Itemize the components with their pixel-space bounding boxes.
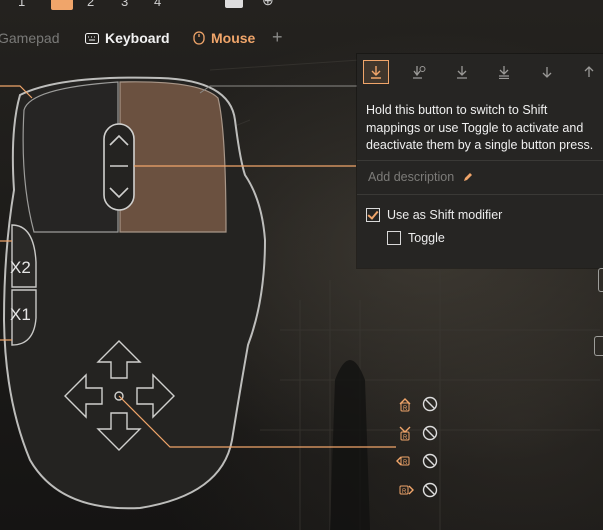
- shift-toggle-icon: [413, 66, 426, 79]
- no-action-icon[interactable]: [422, 396, 438, 412]
- shift-toggle-button[interactable]: [406, 60, 432, 84]
- scroll-left-row[interactable]: R: [396, 453, 438, 469]
- use-shift-modifier-checkbox[interactable]: [366, 208, 380, 222]
- arrow-down-icon: [542, 67, 552, 78]
- toggle-checkbox[interactable]: [387, 231, 401, 245]
- scroll-up-row[interactable]: R: [396, 396, 438, 412]
- arrow-down-button[interactable]: [534, 60, 560, 84]
- svg-text:R: R: [403, 460, 408, 466]
- shift-settings-panel: Hold this button to switch to Shift mapp…: [357, 54, 603, 268]
- scroll-left-icon: R: [396, 456, 410, 466]
- no-action-icon[interactable]: [422, 425, 438, 441]
- arrow-up-icon: [584, 66, 594, 77]
- shift-hold-icon: [371, 66, 381, 79]
- shift-description-text: Hold this button to switch to Shift mapp…: [366, 103, 594, 152]
- scroll-down-icon: R: [399, 426, 411, 441]
- no-action-icon[interactable]: [422, 482, 438, 498]
- svg-text:R: R: [403, 435, 408, 441]
- no-action-icon[interactable]: [422, 453, 438, 469]
- shift-double-icon: [499, 66, 509, 79]
- use-shift-modifier-row[interactable]: Use as Shift modifier: [366, 208, 502, 222]
- shift-down-button[interactable]: [449, 60, 475, 84]
- scroll-right-row[interactable]: R: [396, 482, 438, 498]
- scroll-down-row[interactable]: R: [396, 425, 438, 441]
- scroll-up-icon: R: [399, 398, 411, 412]
- use-shift-modifier-label: Use as Shift modifier: [387, 208, 503, 222]
- toggle-row[interactable]: Toggle: [387, 231, 445, 245]
- edge-widget[interactable]: [594, 336, 603, 356]
- svg-text:R: R: [402, 489, 407, 495]
- add-description-row[interactable]: Add description: [368, 170, 473, 184]
- side-button-x1-label: X1: [10, 305, 31, 324]
- shift-mode-toolbar: [363, 60, 603, 86]
- shift-down-icon: [457, 66, 467, 79]
- scroll-right-icon: R: [399, 485, 414, 495]
- add-description-label: Add description: [368, 170, 455, 184]
- edge-widget[interactable]: [598, 268, 603, 292]
- arrow-up-button[interactable]: [576, 60, 602, 84]
- side-button-x2-label: X2: [10, 258, 31, 277]
- pencil-icon: [464, 172, 473, 181]
- divider: [357, 194, 603, 195]
- shift-hold-button[interactable]: [363, 60, 389, 84]
- shift-double-button[interactable]: [491, 60, 517, 84]
- divider: [357, 160, 603, 161]
- svg-text:R: R: [403, 406, 408, 412]
- right-mouse-button[interactable]: [119, 81, 227, 233]
- toggle-label: Toggle: [408, 231, 445, 245]
